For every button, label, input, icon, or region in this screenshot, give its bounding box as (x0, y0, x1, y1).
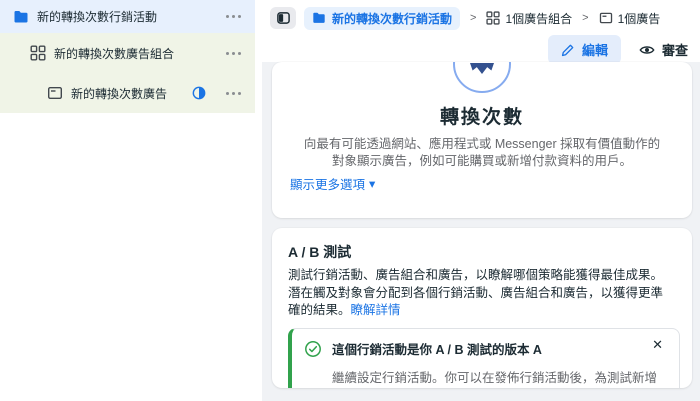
conversions-objective-icon (453, 62, 511, 93)
eye-icon (639, 42, 655, 58)
breadcrumb-ad-item[interactable]: 1個廣告 (599, 10, 661, 27)
review-button[interactable]: 審查 (635, 35, 692, 64)
editor-header: 新的轉換次數行銷活動 > 1個廣告組合 > (262, 0, 700, 62)
sidebar-item-adset[interactable]: 新的轉換次數廣告組合 (0, 33, 255, 73)
ab-test-title: A / B 測試 (288, 242, 680, 262)
folder-icon (312, 11, 326, 25)
objective-description-line1: 向最有可能透過網站、應用程式或 Messenger 採取有價值動作的 (272, 136, 692, 153)
ab-test-description: 測試行銷活動、廣告組合和廣告，以瞭解哪個策略能獲得最佳成果。潛在觸及對象會分配到… (288, 267, 680, 320)
breadcrumb-ad-label: 1個廣告 (618, 10, 661, 27)
sidebar-item-campaign[interactable]: 新的轉換次數行銷活動 (0, 0, 255, 33)
editor-main-panel: 新的轉換次數行銷活動 > 1個廣告組合 > (262, 0, 700, 401)
review-button-label: 審查 (662, 40, 688, 59)
objective-card: 轉換次數 向最有可能透過網站、應用程式或 Messenger 採取有價值動作的 … (272, 62, 692, 218)
sidebar-item-ad[interactable]: 新的轉換次數廣告 (0, 73, 255, 113)
objective-title: 轉換次數 (272, 102, 692, 129)
show-more-options-link[interactable]: 顯示更多選項 ▾ (290, 174, 375, 193)
adset-name-label: 新的轉換次數廣告組合 (54, 45, 216, 62)
sidebar-panel-icon (276, 11, 291, 25)
breadcrumb-separator: > (580, 12, 590, 24)
ad-frame-icon (47, 85, 63, 101)
badge-crown-icon (469, 63, 495, 75)
alert-title: 這個行銷活動是你 A / B 測試的版本 A (332, 339, 665, 358)
pencil-icon (561, 43, 575, 57)
card-gap (272, 218, 692, 228)
breadcrumb-adset-item[interactable]: 1個廣告組合 (486, 10, 572, 27)
header-actions: 編輯 審查 (270, 35, 692, 64)
breadcrumb-separator: > (468, 12, 478, 24)
adset-grid-icon (30, 45, 46, 61)
ads-manager-editor: 新的轉換次數行銷活動 新的轉換次數廣告組合 新的轉換次數廣告 (0, 0, 700, 401)
breadcrumb-campaign-chip[interactable]: 新的轉換次數行銷活動 (304, 7, 460, 30)
edit-button-label: 編輯 (582, 40, 608, 59)
sidebar-toggle-button[interactable] (270, 7, 296, 29)
folder-icon (13, 9, 29, 25)
check-circle-icon (304, 340, 322, 358)
caret-down-icon: ▾ (369, 176, 375, 191)
breadcrumb: 新的轉換次數行銷活動 > 1個廣告組合 > (270, 6, 692, 30)
ab-test-description-text: 測試行銷活動、廣告組合和廣告，以瞭解哪個策略能獲得最佳成果。潛在觸及對象會分配到… (288, 268, 663, 317)
learn-more-link[interactable]: 瞭解詳情 (351, 303, 401, 317)
ab-test-card: A / B 測試 測試行銷活動、廣告組合和廣告，以瞭解哪個策略能獲得最佳成果。潛… (272, 228, 692, 388)
alert-content: 這個行銷活動是你 A / B 測試的版本 A 繼續設定行銷活動。你可以在發佈行銷… (332, 339, 665, 389)
adset-more-menu-button[interactable] (224, 48, 243, 59)
close-icon[interactable]: ✕ (652, 338, 663, 351)
campaign-more-menu-button[interactable] (224, 11, 243, 22)
campaign-name-label: 新的轉換次數行銷活動 (37, 8, 216, 25)
ad-name-label: 新的轉換次數廣告 (71, 85, 184, 102)
show-more-options-label: 顯示更多選項 (290, 174, 365, 193)
draft-status-icon (192, 86, 206, 100)
objective-description-line2: 對象顯示廣告，例如可能購買或新增付款資料的用戶。 (272, 153, 692, 170)
adset-grid-icon (486, 11, 500, 25)
breadcrumb-campaign-label: 新的轉換次數行銷活動 (332, 10, 452, 27)
ad-more-menu-button[interactable] (224, 88, 243, 99)
breadcrumb-adset-label: 1個廣告組合 (505, 10, 572, 27)
edit-button[interactable]: 編輯 (548, 35, 621, 64)
editor-scroll-area: 轉換次數 向最有可能透過網站、應用程式或 Messenger 採取有價值動作的 … (262, 62, 700, 401)
ad-frame-icon (599, 11, 613, 25)
campaign-tree-sidebar: 新的轉換次數行銷活動 新的轉換次數廣告組合 新的轉換次數廣告 (0, 0, 262, 401)
alert-body-text: 繼續設定行銷活動。你可以在發佈行銷活動後，為測試新增其他版本。 (332, 367, 665, 389)
ab-version-alert: 這個行銷活動是你 A / B 測試的版本 A 繼續設定行銷活動。你可以在發佈行銷… (288, 328, 680, 389)
